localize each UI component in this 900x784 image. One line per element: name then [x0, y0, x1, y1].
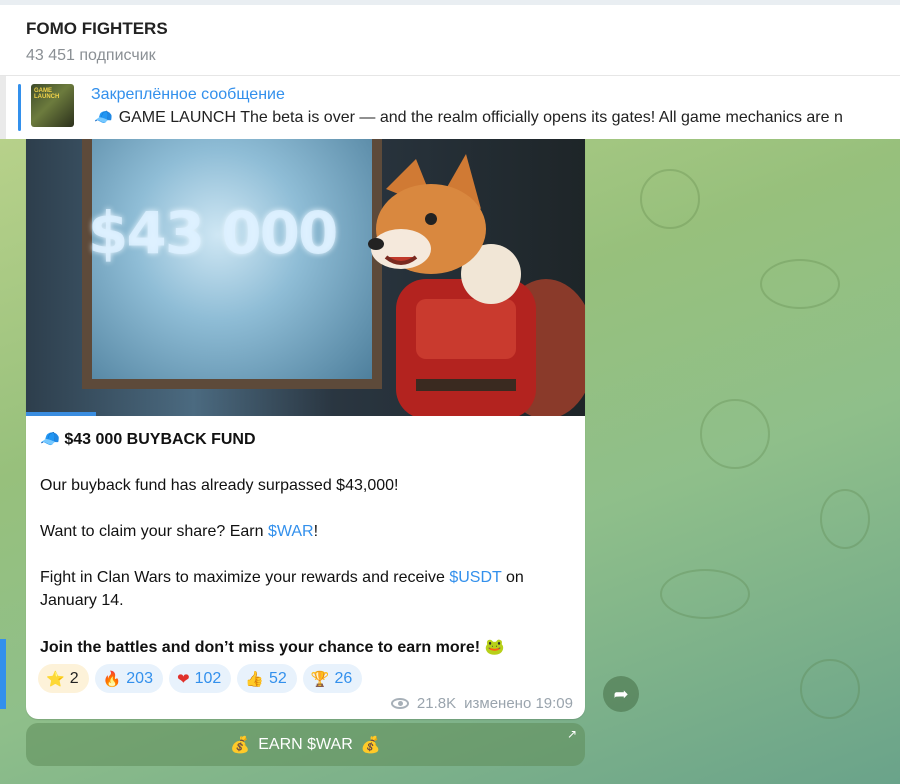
views-icon [390, 698, 409, 709]
heart-icon: ❤ [176, 669, 190, 688]
usdt-cashtag-link[interactable]: $USDT [449, 569, 501, 586]
channel-post[interactable]: $43 000 🧢 $43 000 BUYBACK FUND Our buyba… [26, 139, 585, 719]
earn-war-button[interactable]: 💰 EARN $WAR 💰 ↗ [26, 723, 585, 766]
earn-war-label: EARN $WAR [258, 735, 353, 753]
edited-time: изменено 19:09 [464, 695, 573, 712]
share-button[interactable]: ➦ [603, 676, 639, 712]
subscriber-count: 43 451 подписчик [26, 47, 156, 64]
frog-emoji-icon: 🐸 [484, 637, 505, 656]
shiba-knight-illustration [368, 154, 585, 416]
doodle [660, 569, 750, 619]
external-link-icon: ↗ [566, 727, 577, 741]
pinned-message-bar[interactable]: GAME LAUNCH Закреплённое сообщение 🧢 GAME… [0, 76, 900, 139]
post-line-1: Our buyback fund has already surpassed $… [40, 477, 399, 494]
channel-header[interactable]: FOMO FIGHTERS 43 451 подписчик [0, 0, 900, 76]
war-cashtag-link[interactable]: $WAR [268, 523, 314, 540]
reaction-star[interactable]: ⭐ 2 [38, 664, 89, 693]
doodle [800, 659, 860, 719]
doodle [760, 259, 840, 309]
post-image[interactable]: $43 000 [26, 139, 585, 416]
chat-background: $43 000 🧢 $43 000 BUYBACK FUND Our buyba… [0, 139, 900, 784]
channel-title: FOMO FIGHTERS [26, 19, 168, 38]
video-progress-bar [26, 412, 96, 416]
fighter-emoji-icon: 🧢 [40, 429, 60, 448]
post-text: 🧢 $43 000 BUYBACK FUND Our buyback fund … [40, 427, 575, 682]
reaction-thumbs-up[interactable]: 👍 52 [237, 664, 297, 693]
reactions-row: ⭐ 2 🔥 203 ❤ 102 👍 52 🏆 26 [38, 664, 363, 693]
view-count: 21.8K [416, 695, 457, 712]
pinned-label: Закреплённое сообщение [91, 86, 285, 103]
reaction-fire[interactable]: 🔥 203 [94, 664, 163, 693]
doodle [640, 169, 700, 229]
pinned-indicator [18, 84, 21, 131]
post-line-3: Fight in Clan Wars to maximize your rewa… [40, 569, 524, 609]
reaction-trophy[interactable]: 🏆 26 [302, 664, 363, 693]
fire-icon: 🔥 [102, 669, 122, 688]
doodle [700, 399, 770, 469]
scroll-indicator [0, 639, 6, 709]
doodle [820, 489, 870, 549]
pinned-thumbnail: GAME LAUNCH [31, 84, 74, 127]
fighter-emoji-icon: 🧢 [94, 108, 113, 126]
share-arrow-icon: ➦ [613, 683, 629, 705]
post-heading: 🧢 $43 000 BUYBACK FUND [40, 429, 256, 448]
trophy-icon: 🏆 [310, 669, 330, 688]
pinned-text: 🧢 GAME LAUNCH The beta is over — and the … [94, 108, 843, 126]
post-meta: 21.8K изменено 19:09 [390, 695, 573, 712]
star-icon: ⭐ [46, 669, 65, 688]
post-line-4: Join the battles and don’t miss your cha… [40, 637, 505, 656]
thumbs-up-icon: 👍 [245, 669, 264, 688]
post-line-2: Want to claim your share? Earn $WAR! [40, 523, 319, 540]
frozen-amount-text: $43 000 [88, 199, 338, 267]
money-bag-icon: 💰 [230, 735, 251, 754]
money-bag-icon: 💰 [360, 735, 381, 754]
reaction-heart[interactable]: ❤ 102 [168, 664, 232, 693]
